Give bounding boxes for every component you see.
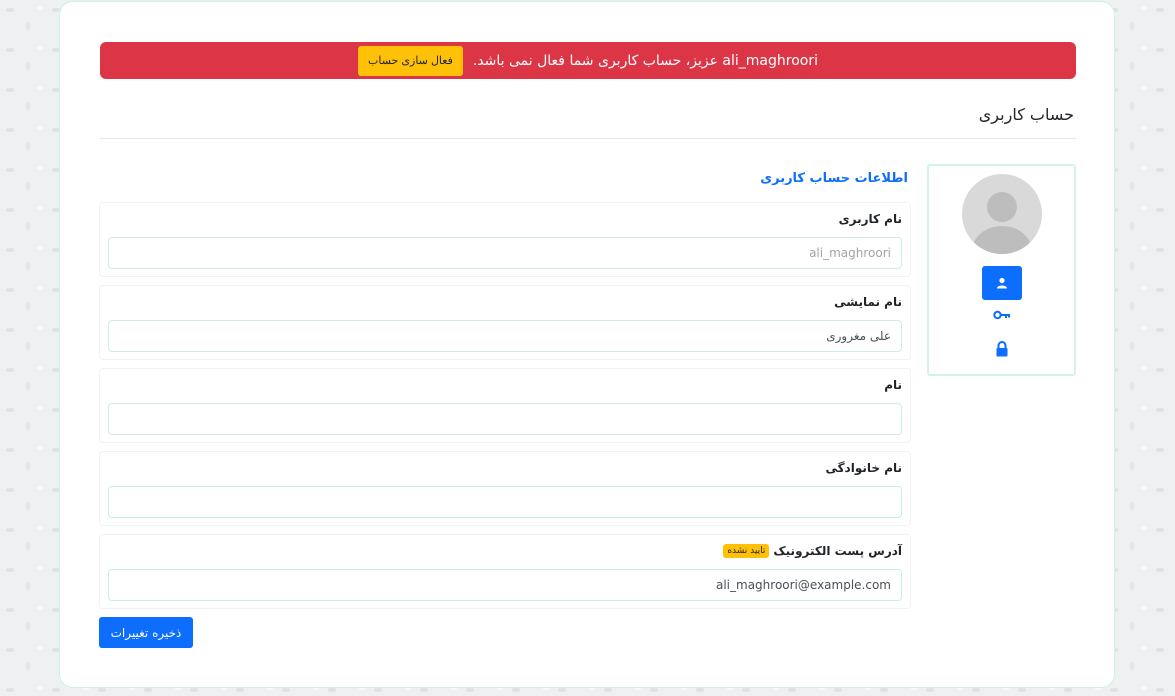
page-title: حساب کاربری bbox=[978, 105, 1074, 124]
lock-icon[interactable] bbox=[995, 341, 1009, 357]
title-divider bbox=[100, 138, 1076, 139]
inactive-account-alert: ali_maghroori عزیز، حساب کاربری شما فعال… bbox=[100, 42, 1076, 79]
activate-account-button[interactable]: فعال سازی حساب bbox=[358, 45, 463, 76]
profile-sidebar bbox=[927, 164, 1076, 376]
email-input[interactable] bbox=[108, 569, 902, 601]
first-name-input[interactable] bbox=[108, 403, 902, 435]
section-title: اطلاعات حساب کاربری bbox=[760, 171, 908, 186]
email-field-group: آدرس پست الکترونیک تایید نشده bbox=[99, 534, 911, 609]
profile-menu-user[interactable] bbox=[982, 266, 1022, 300]
save-changes-button[interactable]: ذخیره تغییرات bbox=[99, 617, 193, 648]
user-icon bbox=[997, 277, 1007, 289]
account-card: ali_maghroori عزیز، حساب کاربری شما فعال… bbox=[59, 1, 1115, 688]
display-name-label: نام نمایشی bbox=[834, 295, 902, 309]
username-label: نام کاربری bbox=[838, 212, 902, 226]
key-icon[interactable] bbox=[993, 308, 1011, 322]
unverified-badge: تایید نشده bbox=[723, 544, 770, 558]
display-name-input[interactable] bbox=[108, 320, 902, 352]
first-name-label: نام bbox=[884, 378, 902, 392]
email-label-row: آدرس پست الکترونیک تایید نشده bbox=[723, 544, 902, 558]
first-name-field-group: نام bbox=[99, 368, 911, 443]
username-field-group: نام کاربری bbox=[99, 202, 911, 277]
alert-message: ali_maghroori عزیز، حساب کاربری شما فعال… bbox=[472, 52, 818, 69]
last-name-field-group: نام خانوادگی bbox=[99, 451, 911, 526]
avatar bbox=[962, 174, 1042, 254]
username-input[interactable] bbox=[108, 237, 902, 269]
email-label: آدرس پست الکترونیک bbox=[773, 544, 902, 558]
last-name-input[interactable] bbox=[108, 486, 902, 518]
display-name-field-group: نام نمایشی bbox=[99, 285, 911, 360]
last-name-label: نام خانوادگی bbox=[825, 461, 902, 475]
